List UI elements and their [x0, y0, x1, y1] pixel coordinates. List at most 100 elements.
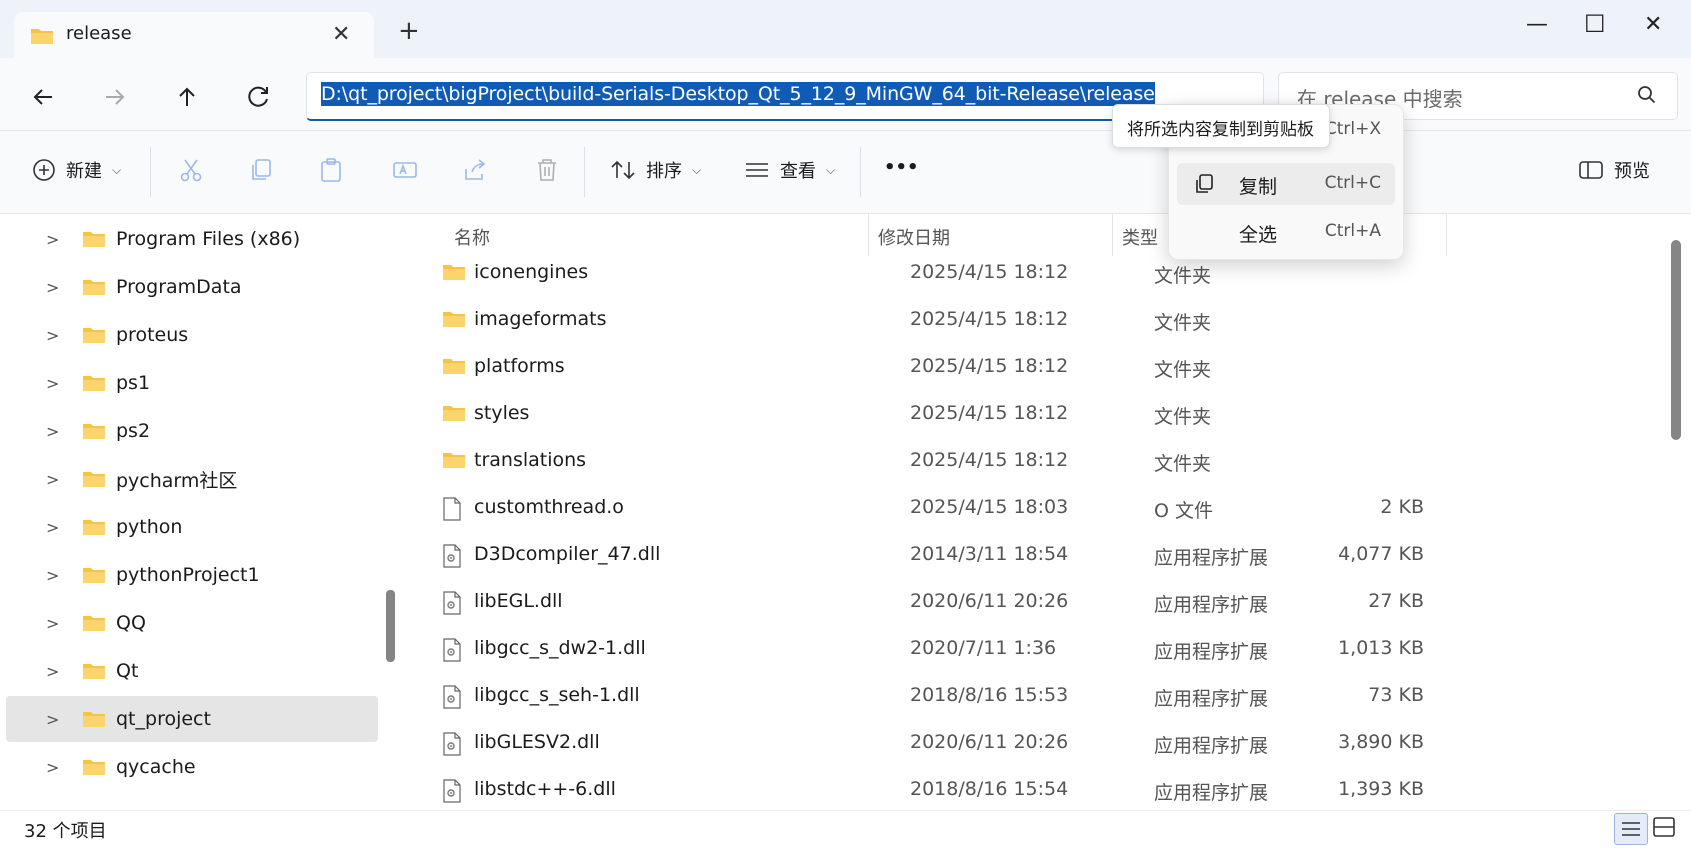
sidebar-item[interactable]: > proteus [6, 312, 378, 358]
file-type: 文件夹 [1154, 406, 1212, 428]
dll-icon [443, 638, 461, 662]
file-name: translations [474, 449, 587, 471]
chevron-right-icon[interactable]: > [46, 278, 70, 297]
sidebar-item[interactable]: > ps1 [6, 360, 378, 406]
sidebar-item[interactable]: > Qt [6, 648, 378, 694]
share-button[interactable] [462, 157, 488, 183]
chevron-right-icon[interactable]: > [46, 614, 70, 633]
sidebar-item[interactable]: > qt_project [6, 696, 378, 742]
paste-icon [321, 158, 341, 182]
plus-circle-icon [33, 159, 55, 181]
sidebar-item[interactable]: > ProgramData [6, 264, 378, 310]
new-label: 新建 [66, 161, 102, 182]
chevron-right-icon[interactable]: > [46, 566, 70, 585]
file-date: 2014/3/11 18:54 [910, 543, 1069, 565]
column-header-date[interactable]: 修改日期 [878, 224, 950, 250]
file-row[interactable]: libstdc++-6.dll 2018/8/16 15:54 应用程序扩展 1,39… [438, 767, 1638, 810]
delete-button[interactable] [534, 157, 560, 183]
copy-button[interactable] [248, 157, 274, 183]
menu-item-select-all[interactable]: 全选 Ctrl+A [1177, 211, 1395, 253]
file-row[interactable]: libGLESV2.dll 2020/6/11 20:26 应用程序扩展 3,890 … [438, 720, 1638, 767]
share-icon [465, 159, 486, 180]
file-row[interactable]: translations 2025/4/15 18:12 文件夹 [438, 438, 1638, 485]
chevron-right-icon[interactable]: > [46, 758, 70, 777]
preview-button[interactable]: 预览 [1578, 157, 1650, 183]
sidebar-item[interactable]: > qycache [6, 744, 378, 790]
rename-button[interactable] [392, 157, 418, 183]
folder-icon [83, 376, 105, 391]
address-path[interactable]: D:\qt_project\bigProject\build-Serials-D… [321, 82, 1155, 106]
sidebar-item[interactable]: > python [6, 504, 378, 550]
back-icon[interactable] [28, 82, 58, 112]
file-row[interactable]: customthread.o 2025/4/15 18:03 O 文件 2 KB [438, 485, 1638, 532]
view-button[interactable]: 查看 ⌵ [744, 157, 835, 183]
menu-item-label: 全选 [1239, 224, 1278, 246]
file-row[interactable]: platforms 2025/4/15 18:12 文件夹 [438, 344, 1638, 391]
sidebar-item[interactable]: > QQ [6, 600, 378, 646]
trash-icon [538, 159, 556, 181]
preview-pane-icon [1579, 161, 1603, 179]
file-name: iconengines [474, 261, 589, 283]
folder-icon [443, 312, 465, 327]
tooltip: 将所选内容复制到剪贴板 [1112, 104, 1330, 148]
file-date: 2018/8/16 15:53 [910, 684, 1069, 706]
chevron-right-icon[interactable]: > [46, 470, 70, 489]
chevron-down-icon: ⌵ [692, 162, 702, 177]
chevron-right-icon[interactable]: > [46, 230, 70, 249]
file-list-scrollbar[interactable] [1671, 240, 1681, 440]
copy-icon [252, 159, 271, 180]
paste-button[interactable] [318, 157, 344, 183]
details-view-button[interactable] [1614, 813, 1648, 845]
close-tab-icon[interactable]: ✕ [332, 22, 350, 47]
maximize-button[interactable]: ☐ [1584, 10, 1606, 38]
up-icon[interactable] [172, 82, 202, 112]
folder-icon [83, 472, 105, 487]
sidebar-item[interactable]: > ps2 [6, 408, 378, 454]
folder-icon [83, 568, 105, 583]
refresh-icon[interactable] [244, 82, 274, 112]
view-icon [746, 163, 768, 177]
chevron-right-icon[interactable]: > [46, 326, 70, 345]
search-icon[interactable] [1637, 85, 1657, 105]
chevron-right-icon[interactable]: > [46, 374, 70, 393]
new-tab-button[interactable]: + [398, 18, 420, 44]
chevron-right-icon[interactable]: > [46, 518, 70, 537]
column-header-type[interactable]: 类型 [1122, 224, 1158, 250]
sidebar-item[interactable]: > pycharm社区 [6, 456, 378, 502]
file-row[interactable]: libEGL.dll 2020/6/11 20:26 应用程序扩展 27 KB [438, 579, 1638, 626]
dll-icon [443, 544, 461, 568]
sort-button[interactable]: 排序 ⌵ [610, 157, 701, 183]
minimize-button[interactable]: — [1526, 12, 1548, 37]
tab-release[interactable]: release ✕ [14, 12, 374, 58]
folder-icon [83, 664, 105, 679]
sidebar-scrollbar[interactable] [386, 590, 395, 662]
chevron-right-icon[interactable]: > [46, 710, 70, 729]
file-row[interactable]: imageformats 2025/4/15 18:12 文件夹 [438, 297, 1638, 344]
file-row[interactable]: libgcc_s_seh-1.dll 2018/8/16 15:53 应用程序扩展 7… [438, 673, 1638, 720]
forward-icon[interactable] [100, 82, 130, 112]
folder-icon [83, 760, 105, 775]
dll-icon [443, 779, 461, 803]
file-row[interactable]: styles 2025/4/15 18:12 文件夹 [438, 391, 1638, 438]
menu-item-shortcut: Ctrl+X [1324, 119, 1381, 139]
column-header-name[interactable]: 名称 [454, 224, 490, 250]
more-options-button[interactable]: ••• [884, 157, 919, 178]
sidebar-item[interactable]: > pythonProject1 [6, 552, 378, 598]
menu-item-copy[interactable]: 复制 Ctrl+C [1177, 163, 1395, 205]
chevron-right-icon[interactable]: > [46, 662, 70, 681]
close-window-button[interactable]: ✕ [1644, 12, 1662, 37]
file-row[interactable]: libgcc_s_dw2-1.dll 2020/7/11 1:36 应用程序扩展 1,… [438, 626, 1638, 673]
tiles-view-button[interactable] [1652, 815, 1676, 844]
file-row[interactable]: D3Dcompiler_47.dll 2014/3/11 18:54 应用程序扩展 4… [438, 532, 1638, 579]
file-type-icon [442, 497, 462, 526]
file-row[interactable]: iconengines 2025/4/15 18:12 文件夹 [438, 250, 1638, 297]
file-type-icon [442, 591, 462, 620]
chevron-right-icon[interactable]: > [46, 422, 70, 441]
file-date: 2020/7/11 1:36 [910, 637, 1057, 659]
sidebar-item-label: python [116, 516, 183, 538]
details-view-icon [1622, 822, 1640, 836]
new-button[interactable]: 新建 ⌵ [32, 157, 121, 183]
file-size: 4,077 KB [1338, 543, 1424, 565]
sidebar-item[interactable]: > Program Files (x86) [6, 216, 378, 262]
cut-button[interactable] [178, 157, 204, 183]
